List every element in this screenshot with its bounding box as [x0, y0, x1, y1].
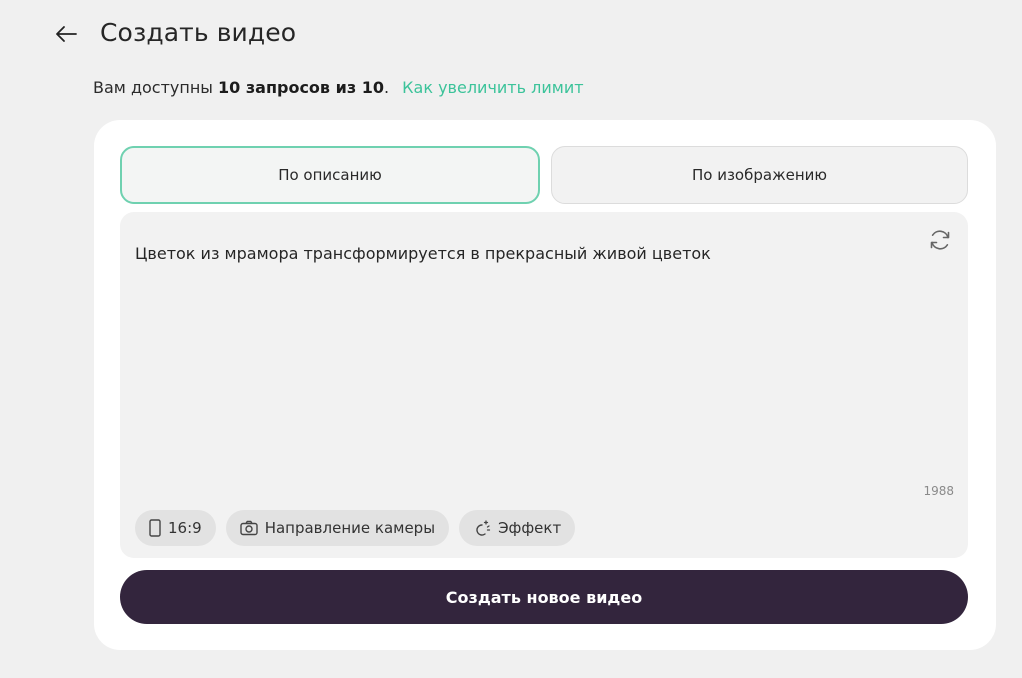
camera-direction-label: Направление камеры [264, 519, 436, 537]
option-chips: 16:9 Направление камеры Эффект [135, 510, 576, 546]
create-video-card: По описанию По изображению Цветок из мра… [94, 120, 996, 650]
prompt-text[interactable]: Цветок из мрамора трансформируется в пре… [135, 244, 905, 264]
back-button[interactable] [50, 18, 82, 50]
effect-chip[interactable]: Эффект [459, 510, 576, 546]
mode-tabs: По описанию По изображению [120, 146, 968, 204]
aspect-ratio-icon [149, 519, 161, 537]
create-video-button[interactable]: Создать новое видео [120, 570, 968, 624]
regenerate-prompt-button[interactable] [926, 226, 954, 254]
prompt-input[interactable]: Цветок из мрамора трансформируется в пре… [120, 212, 968, 558]
camera-icon [239, 520, 258, 536]
increase-limit-link[interactable]: Как увеличить лимит [402, 78, 583, 97]
sparkle-effect-icon [473, 519, 491, 537]
aspect-ratio-label: 16:9 [168, 519, 202, 537]
camera-direction-chip[interactable]: Направление камеры [225, 510, 450, 546]
effect-label: Эффект [498, 519, 562, 537]
aspect-ratio-chip[interactable]: 16:9 [135, 510, 216, 546]
request-limit-info: Вам доступны 10 запросов из 10. Как увел… [93, 78, 584, 97]
limit-prefix: Вам доступны [93, 78, 219, 97]
tab-by-description[interactable]: По описанию [120, 146, 540, 204]
limit-count: 10 запросов из 10 [218, 78, 384, 97]
page-title: Создать видео [100, 17, 297, 47]
create-video-page: Создать видео Вам доступны 10 запросов и… [0, 0, 1022, 678]
refresh-icon [930, 230, 950, 250]
page-header: Создать видео [50, 14, 296, 50]
char-counter: 1988 [923, 484, 954, 498]
tab-by-image[interactable]: По изображению [551, 146, 968, 204]
arrow-left-icon [56, 26, 77, 42]
limit-suffix: . [383, 78, 390, 97]
